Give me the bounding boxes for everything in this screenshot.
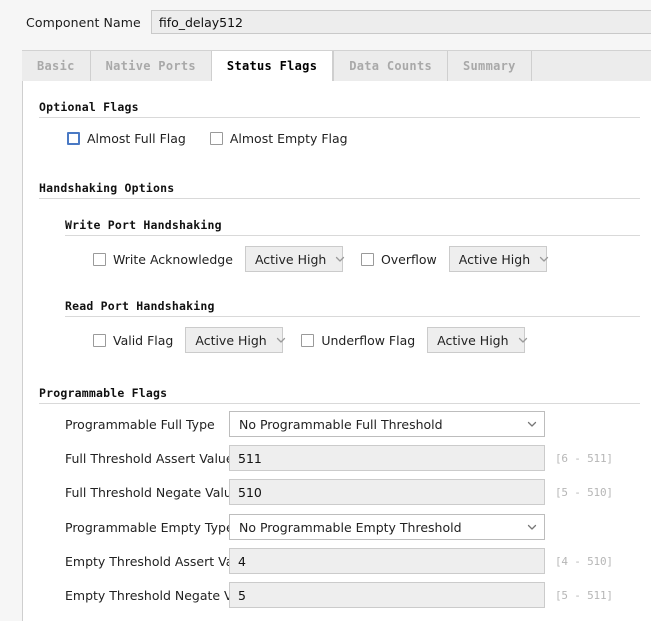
dropdown-underflow-flag-polarity[interactable]: Active High [427,327,527,353]
checkbox-overflow[interactable]: Overflow [360,251,437,267]
range-hint-full-threshold-assert-value: [6 - 511] [555,451,613,465]
range-hint-empty-threshold-negate-value: [5 - 511] [555,588,613,602]
component-name-label: Component Name [26,14,141,30]
label-empty-threshold-negate-value: Empty Threshold Negate Value [65,587,259,603]
checkbox-box-almost-empty-flag[interactable] [209,132,223,145]
subsection-read-port-handshaking: Read Port Handshaking [65,299,651,317]
checkbox-label-write-acknowledge: Write Acknowledge [113,251,233,267]
checkbox-valid-flag[interactable]: Valid Flag [93,333,173,348]
dropdown-value-write-acknowledge-polarity: Active High [254,251,327,267]
section-title-handshaking-options: Handshaking Options [39,181,175,195]
field-row-full-threshold-negate: Full Threshold Negate Value 510 [5 - 510… [65,479,613,505]
tab-strip: Basic Native Ports Status Flags Data Cou… [22,50,651,82]
field-row-programmable-empty-type: Programmable Empty Type No Programmable … [65,514,545,540]
chevron-down-icon [538,253,550,265]
checkbox-label-almost-empty-flag: Almost Empty Flag [229,131,348,146]
label-full-threshold-assert-value: Full Threshold Assert Value [65,450,234,466]
label-empty-threshold-assert-value: Empty Threshold Assert Value [65,553,253,569]
chevron-down-icon [526,418,538,430]
checkbox-label-overflow: Overflow [380,251,437,267]
section-handshaking-options: Handshaking Options [39,181,651,199]
dropdown-programmable-full-type[interactable]: No Programmable Full Threshold [229,411,545,437]
checkbox-box-underflow-flag[interactable] [301,333,315,347]
section-programmable-flags: Programmable Flags [39,386,651,404]
section-rule-handshaking-options [39,198,640,199]
status-flags-panel: Optional Flags Almost Full Flag Almost E… [22,81,651,621]
write-port-handshaking-row: Write Acknowledge Active High Overflow A… [93,246,550,272]
checkbox-almost-empty-flag[interactable]: Almost Empty Flag [209,131,348,146]
input-full-threshold-assert-value[interactable]: 511 [229,445,545,471]
section-title-optional-flags: Optional Flags [39,100,139,114]
dropdown-valid-flag-polarity[interactable]: Active High [185,327,285,353]
checkbox-underflow-flag[interactable]: Underflow Flag [301,333,415,348]
component-name-input[interactable]: fifo_delay512 [150,10,651,34]
checkbox-box-valid-flag[interactable] [93,333,106,347]
input-empty-threshold-assert-value[interactable]: 4 [229,548,545,574]
dropdown-value-programmable-empty-type: No Programmable Empty Threshold [239,519,462,535]
read-port-handshaking-row: Valid Flag Active High Underflow Flag Ac… [93,327,527,353]
checkbox-label-underflow-flag: Underflow Flag [321,332,416,348]
checkbox-label-valid-flag: Valid Flag [113,332,174,348]
dropdown-programmable-empty-type[interactable]: No Programmable Empty Threshold [229,514,545,540]
tab-summary[interactable]: Summary [447,51,531,81]
subsection-write-port-handshaking: Write Port Handshaking [65,218,651,236]
dropdown-overflow-polarity[interactable]: Active High [448,246,550,272]
subsection-title-write-port: Write Port Handshaking [65,218,222,232]
checkbox-label-almost-full-flag: Almost Full Flag [87,131,186,146]
input-empty-threshold-negate-value[interactable]: 5 [229,582,545,608]
field-row-empty-threshold-negate: Empty Threshold Negate Value 5 [5 - 511] [65,582,613,608]
checkbox-box-write-acknowledge[interactable] [93,252,106,266]
chevron-down-icon [517,334,529,346]
checkbox-box-almost-full-flag[interactable] [67,132,80,145]
dropdown-value-valid-flag-polarity: Active High [195,332,267,348]
dropdown-write-acknowledge-polarity[interactable]: Active High [244,246,346,272]
section-rule-optional-flags [39,117,640,118]
label-full-threshold-negate-value: Full Threshold Negate Value [65,484,240,500]
range-hint-empty-threshold-assert-value: [4 - 510] [555,554,613,568]
range-hint-full-threshold-negate-value: [5 - 510] [555,485,613,499]
tab-strip-filler [530,51,651,81]
field-row-full-threshold-assert: Full Threshold Assert Value 511 [6 - 511… [65,445,613,471]
subsection-rule-read-port [65,316,640,317]
checkbox-write-acknowledge[interactable]: Write Acknowledge [93,252,233,267]
chevron-down-icon [275,334,287,346]
input-full-threshold-negate-value[interactable]: 510 [229,479,545,505]
label-programmable-full-type: Programmable Full Type [65,416,215,432]
component-name-bar: Component Name fifo_delay512 [0,0,651,44]
tab-native-ports[interactable]: Native Ports [89,51,211,81]
tab-basic[interactable]: Basic [22,51,90,81]
subsection-title-read-port: Read Port Handshaking [65,299,215,313]
field-row-programmable-full-type: Programmable Full Type No Programmable F… [65,411,545,437]
checkbox-almost-full-flag[interactable]: Almost Full Flag [67,131,186,146]
section-optional-flags: Optional Flags [39,100,651,118]
checkbox-box-overflow[interactable] [360,252,374,266]
dropdown-value-overflow-polarity: Active High [458,251,531,267]
section-rule-programmable-flags [39,403,640,404]
tab-data-counts[interactable]: Data Counts [333,51,447,81]
chevron-down-icon [334,253,346,265]
label-programmable-empty-type: Programmable Empty Type [65,519,234,535]
field-row-empty-threshold-assert: Empty Threshold Assert Value 4 [4 - 510] [65,548,613,574]
dropdown-value-programmable-full-type: No Programmable Full Threshold [239,416,443,432]
chevron-down-icon [526,521,538,533]
optional-flags-row: Almost Full Flag Almost Empty Flag [67,131,348,146]
subsection-rule-write-port [65,235,640,236]
tab-status-flags[interactable]: Status Flags [210,51,334,82]
section-title-programmable-flags: Programmable Flags [39,386,168,400]
dropdown-value-underflow-flag-polarity: Active High [437,332,509,348]
